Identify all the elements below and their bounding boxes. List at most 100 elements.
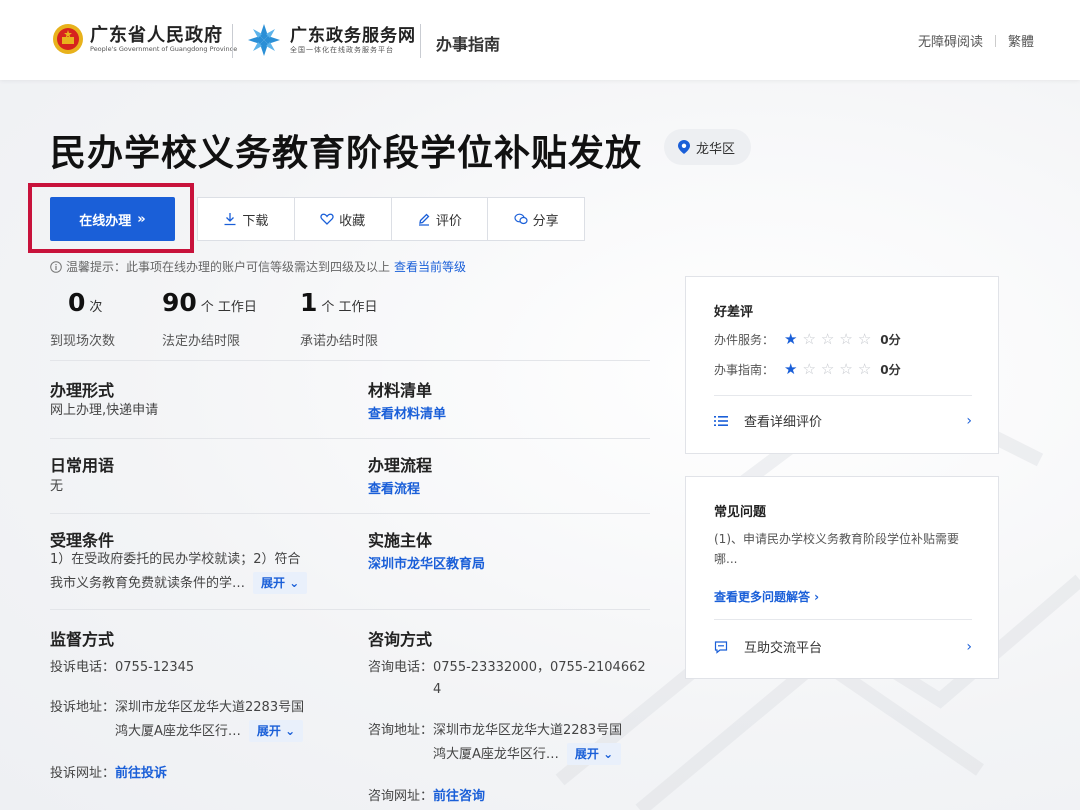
top-header: 广东省人民政府 People's Government of Guangdong…: [0, 0, 1080, 80]
review-button[interactable]: 评价: [392, 198, 489, 240]
complaint-web-label: 投诉网址：: [50, 766, 116, 781]
condition-line: 1）在受政府委托的民办学校就读；2）符合: [50, 552, 301, 567]
card-divider: [714, 619, 972, 620]
star-icon[interactable]: ☆: [858, 332, 871, 347]
wechat-share-icon: [514, 213, 528, 225]
section-divider: [50, 438, 650, 439]
complaint-web: 投诉网址：前往投诉: [50, 763, 167, 785]
share-button[interactable]: 分享: [488, 198, 584, 240]
complaint-address-line: 深圳市龙华区龙华大道2283号国: [115, 700, 305, 715]
complaint-expand-button[interactable]: 展开 ⌄: [248, 720, 304, 742]
stat-unit: 个 工作日: [200, 300, 257, 315]
download-button[interactable]: 下载: [198, 198, 295, 240]
service-stars[interactable]: ★ ☆ ☆ ☆ ☆: [784, 332, 876, 347]
consult-phone-line: 0755-23332000，0755-2104662: [433, 660, 646, 675]
info-icon: [50, 260, 62, 273]
download-label: 下载: [242, 213, 269, 229]
heart-icon: [320, 213, 334, 225]
stat-legal-limit: 90 个 工作日: [162, 288, 257, 317]
stat-label: 承诺办结时限: [300, 334, 379, 349]
accessibility-link[interactable]: 无障碍阅读: [918, 31, 983, 50]
consult-address-label: 咨询地址：: [368, 723, 434, 738]
stat-promise-limit-label-wrap: 承诺办结时限: [300, 326, 378, 349]
consult-phone: 咨询电话： 0755-23332000，0755-2104662 4: [368, 657, 653, 701]
view-detail-rating-row[interactable]: 查看详细评价 ›: [714, 411, 972, 430]
pencil-icon: [418, 213, 430, 226]
stat-promise-limit: 1个 工作日: [300, 288, 378, 317]
complaint-address: 投诉地址： 深圳市龙华区龙华大道2283号国 鸿大厦A座龙华区行… 展开 ⌄: [50, 697, 350, 743]
star-icon[interactable]: ★: [784, 332, 797, 347]
portal-logo-icon: [248, 24, 280, 56]
mode-value: 网上办理,快递申请: [50, 403, 159, 418]
complaint-address-line: 鸿大厦A座龙华区行…: [115, 724, 241, 739]
online-apply-label: 在线办理: [79, 213, 132, 229]
forum-label: 互助交流平台: [744, 641, 823, 656]
stat-label: 法定办结时限: [162, 334, 241, 349]
national-emblem-icon: [53, 24, 83, 54]
subject-link[interactable]: 深圳市龙华区教育局: [368, 553, 485, 572]
daily-value: 无: [50, 479, 64, 494]
consult-address-line: 深圳市龙华区龙华大道2283号国: [433, 723, 623, 738]
list-icon: [714, 415, 728, 426]
header-divider: [420, 24, 421, 58]
star-icon[interactable]: ☆: [839, 332, 852, 347]
star-icon[interactable]: ☆: [858, 362, 871, 377]
consult-phone-line: 4: [433, 682, 442, 697]
forum-row[interactable]: 互助交流平台 ›: [714, 637, 972, 656]
guide-score: 0分: [880, 363, 901, 377]
subject-title: 实施主体: [368, 531, 433, 550]
consult-web-label: 咨询网址：: [368, 789, 434, 804]
stat-label: 到现场次数: [50, 334, 116, 349]
rating-title: 好差评: [714, 305, 754, 320]
tip-text: 温馨提示：此事项在线办理的账户可信等级需达到四级及以上: [66, 260, 391, 274]
condition-expand-button[interactable]: 展开 ⌄: [253, 572, 308, 594]
portal-name[interactable]: 广东政务服务网: [290, 21, 416, 46]
card-divider: [714, 395, 972, 396]
share-label: 分享: [532, 213, 559, 229]
faq-question-line: (1)、申请民办学校义务教育阶段学位补贴需要: [714, 532, 959, 546]
faq-more-link[interactable]: 查看更多问题解答 ›: [714, 588, 819, 605]
star-icon[interactable]: ☆: [839, 362, 852, 377]
consult-title: 咨询方式: [368, 630, 433, 649]
consult-web-link[interactable]: 前往咨询: [433, 789, 485, 804]
consult-address: 咨询地址： 深圳市龙华区龙华大道2283号国 鸿大厦A座龙华区行… 展开 ⌄: [368, 720, 653, 766]
gov-name[interactable]: 广东省人民政府: [90, 21, 223, 47]
faq-question-1[interactable]: (1)、申请民办学校义务教育阶段学位补贴需要 哪...: [714, 529, 976, 569]
guide-rating-label: 办事指南：: [714, 363, 775, 377]
stat-number: 1: [300, 288, 318, 317]
online-apply-button[interactable]: 在线办理 »: [50, 197, 175, 241]
materials-link[interactable]: 查看材料清单: [368, 403, 446, 422]
section-divider: [50, 360, 650, 361]
chevron-right-icon: ›: [966, 412, 972, 429]
star-icon[interactable]: ☆: [802, 332, 815, 347]
service-rating-label: 办件服务：: [714, 333, 775, 347]
warm-tip: 温馨提示：此事项在线办理的账户可信等级需达到四级及以上 查看当前等级: [50, 258, 466, 275]
star-icon[interactable]: ☆: [802, 362, 815, 377]
section-divider: [50, 513, 650, 514]
guide-stars[interactable]: ★ ☆ ☆ ☆ ☆: [784, 362, 876, 377]
materials-title: 材料清单: [368, 381, 433, 400]
check-level-link[interactable]: 查看当前等级: [394, 258, 466, 275]
flow-link[interactable]: 查看流程: [368, 478, 420, 497]
section-title: 办事指南: [436, 35, 501, 54]
double-chevron-icon: »: [137, 211, 146, 227]
star-icon[interactable]: ☆: [821, 332, 834, 347]
star-icon[interactable]: ☆: [821, 362, 834, 377]
star-icon[interactable]: ★: [784, 362, 797, 377]
daily-title: 日常用语: [50, 456, 115, 475]
supervise-title: 监督方式: [50, 630, 115, 649]
consult-phone-label: 咨询电话：: [368, 660, 434, 675]
complaint-web-link[interactable]: 前往投诉: [115, 766, 167, 781]
chevron-right-icon: ›: [966, 638, 972, 655]
stat-number: 0: [68, 288, 86, 317]
traditional-chinese-link[interactable]: 繁體: [1008, 31, 1034, 50]
view-detail-rating-label: 查看详细评价: [744, 415, 823, 430]
stat-number: 90: [162, 288, 197, 317]
consult-expand-button[interactable]: 展开 ⌄: [566, 743, 622, 765]
service-score: 0分: [880, 333, 901, 347]
main-content: 民办学校义务教育阶段学位补贴发放 龙华区 在线办理 » 下载 收藏 评价 分享 …: [0, 80, 1080, 810]
region-tag[interactable]: 龙华区: [664, 129, 752, 165]
section-divider: [50, 609, 650, 610]
action-toolbar: 下载 收藏 评价 分享: [197, 197, 585, 241]
favorite-button[interactable]: 收藏: [295, 198, 392, 240]
